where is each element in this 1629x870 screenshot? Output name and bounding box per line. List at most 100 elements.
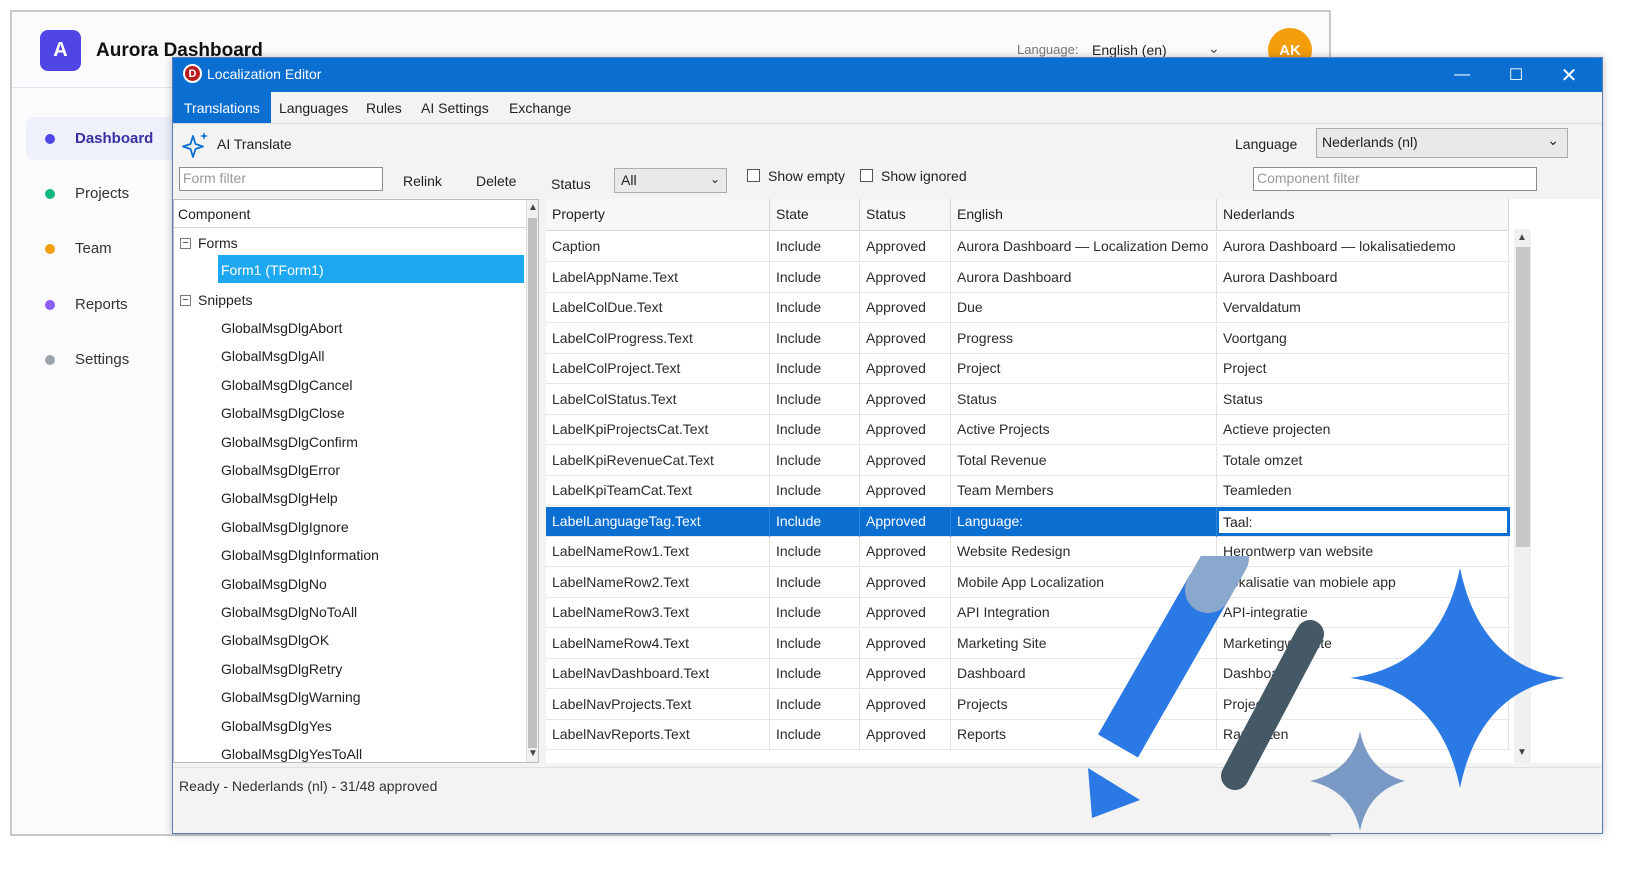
tree-node-snippet[interactable]: GlobalMsgDlgNoToAll — [221, 604, 357, 620]
table-row[interactable]: LabelColProject.Text Include Approved Proje… — [546, 354, 1510, 384]
relink-button[interactable]: Relink — [403, 173, 442, 189]
tree-node-snippets[interactable]: Snippets — [198, 292, 252, 308]
tree-node-snippet[interactable]: GlobalMsgDlgClose — [221, 405, 345, 421]
cell-nederlands[interactable]: Taal: — [1217, 508, 1509, 535]
cell-state: Include — [770, 445, 860, 476]
dot-icon — [45, 188, 55, 199]
language-select[interactable]: Nederlands (nl) ⌄ — [1316, 128, 1568, 158]
tab-languages[interactable]: Languages — [268, 92, 359, 123]
title-bar[interactable]: D Localization Editor — ☐ ✕ — [173, 58, 1602, 92]
tree-node-snippet[interactable]: GlobalMsgDlgYes — [221, 718, 332, 734]
nav-item-settings[interactable]: Settings — [26, 338, 176, 381]
component-tree: Component − Forms Form1 (TForm1) − Snipp… — [173, 199, 539, 763]
tree-node-snippet[interactable]: GlobalMsgDlgConfirm — [221, 434, 358, 450]
tree-node-form1[interactable]: Form1 (TForm1) — [221, 262, 324, 278]
cell-nederlands[interactable]: Aurora Dashboard — lokalisatiedemo — [1217, 232, 1509, 262]
sparkle-icon — [1350, 568, 1565, 788]
chevron-down-icon: ⌄ — [1547, 132, 1559, 148]
cell-status: Approved — [860, 323, 951, 354]
tab-ai-settings[interactable]: AI Settings — [410, 92, 500, 123]
table-row[interactable]: LabelColProgress.Text Include Approved Prog… — [546, 323, 1510, 354]
show-empty-label: Show empty — [768, 168, 846, 184]
cell-english: Active Projects — [951, 415, 1217, 445]
tree-node-snippet[interactable]: GlobalMsgDlgAll — [221, 348, 324, 364]
nav-item-team[interactable]: Team — [26, 227, 176, 270]
cell-property: LabelNameRow3.Text — [546, 598, 770, 628]
column-header-nederlands[interactable]: Nederlands — [1217, 199, 1509, 231]
table-row[interactable]: LabelLanguageTag.Text Include Approved Lang… — [546, 506, 1510, 537]
tree-node-snippet[interactable]: GlobalMsgDlgIgnore — [221, 519, 349, 535]
dot-icon — [45, 243, 55, 254]
tree-node-snippet[interactable]: GlobalMsgDlgOK — [221, 632, 329, 648]
show-ignored-checkbox[interactable] — [860, 169, 873, 182]
collapse-icon[interactable]: − — [180, 238, 191, 249]
tree-scroll-thumb[interactable] — [528, 218, 537, 748]
cell-nederlands[interactable]: Aurora Dashboard — [1217, 262, 1509, 293]
table-row[interactable]: LabelKpiTeamCat.Text Include Approved Team … — [546, 476, 1510, 506]
status-select[interactable]: All ⌄ — [614, 168, 727, 193]
cell-nederlands[interactable]: Totale omzet — [1217, 445, 1509, 476]
collapse-icon[interactable]: − — [180, 295, 191, 306]
table-row[interactable]: LabelColStatus.Text Include Approved Status… — [546, 384, 1510, 415]
nav-item-projects[interactable]: Projects — [26, 172, 176, 215]
dot-icon — [45, 299, 55, 310]
component-filter-input[interactable]: Component filter — [1253, 167, 1537, 191]
tree-node-snippet[interactable]: GlobalMsgDlgInformation — [221, 547, 379, 563]
close-icon[interactable]: ✕ — [1541, 58, 1597, 92]
cell-nederlands[interactable]: Status — [1217, 384, 1509, 415]
tree-node-snippet[interactable]: GlobalMsgDlgWarning — [221, 689, 361, 705]
tree-node-snippet[interactable]: GlobalMsgDlgAbort — [221, 320, 342, 336]
scroll-up-icon[interactable]: ▲ — [528, 202, 538, 213]
tab-rules[interactable]: Rules — [355, 92, 413, 123]
cell-state: Include — [770, 537, 860, 567]
tab-exchange[interactable]: Exchange — [498, 92, 582, 123]
cell-status: Approved — [860, 567, 951, 598]
column-header-state[interactable]: State — [770, 199, 860, 231]
tree-node-forms[interactable]: Forms — [198, 235, 238, 251]
column-header-english[interactable]: English — [951, 199, 1217, 231]
nav-label: Dashboard — [75, 130, 154, 147]
tab-translations[interactable]: Translations — [173, 92, 271, 123]
column-header-status[interactable]: Status — [860, 199, 951, 231]
cell-status: Approved — [860, 232, 951, 262]
tree-node-snippet[interactable]: GlobalMsgDlgYesToAll — [221, 746, 362, 762]
cell-nederlands[interactable]: Actieve projecten — [1217, 415, 1509, 445]
show-empty-checkbox[interactable] — [747, 169, 760, 182]
scroll-down-icon[interactable]: ▼ — [528, 748, 538, 759]
maximize-icon[interactable]: ☐ — [1488, 58, 1544, 92]
ai-translate-button[interactable]: AI Translate — [217, 136, 292, 152]
table-row[interactable]: LabelAppName.Text Include Approved Aurora D… — [546, 262, 1510, 293]
table-row[interactable]: LabelColDue.Text Include Approved Due Verval… — [546, 293, 1510, 323]
tree-node-snippet[interactable]: GlobalMsgDlgCancel — [221, 377, 353, 393]
tree-node-snippet[interactable]: GlobalMsgDlgError — [221, 462, 340, 478]
tree-node-snippet[interactable]: GlobalMsgDlgRetry — [221, 661, 342, 677]
cell-nederlands[interactable]: Vervaldatum — [1217, 293, 1509, 323]
minimize-icon[interactable]: — — [1434, 58, 1490, 92]
cell-state: Include — [770, 720, 860, 750]
cell-english: Status — [951, 384, 1217, 415]
sparkle-icon[interactable] — [181, 130, 211, 160]
nav-item-reports[interactable]: Reports — [26, 283, 176, 326]
table-row[interactable]: LabelKpiRevenueCat.Text Include Approved To… — [546, 445, 1510, 476]
cell-nederlands[interactable]: Voortgang — [1217, 323, 1509, 354]
column-header-property[interactable]: Property — [546, 199, 770, 231]
form-filter-input[interactable]: Form filter — [179, 167, 383, 191]
cell-english: Team Members — [951, 476, 1217, 506]
nav-item-dashboard[interactable]: Dashboard — [26, 117, 176, 160]
cell-nederlands[interactable]: Project — [1217, 354, 1509, 384]
grid-scroll-thumb[interactable] — [1516, 247, 1530, 547]
language-select[interactable]: English (en) — [1092, 42, 1167, 58]
delete-button[interactable]: Delete — [476, 173, 516, 189]
cell-property: LabelNavDashboard.Text — [546, 659, 770, 689]
tree-node-snippet[interactable]: GlobalMsgDlgHelp — [221, 490, 338, 506]
tree-node-snippet[interactable]: GlobalMsgDlgNo — [221, 576, 327, 592]
scroll-up-icon[interactable]: ▲ — [1517, 232, 1527, 243]
cell-property: LabelNameRow1.Text — [546, 537, 770, 567]
sparkle-small-icon — [1310, 731, 1405, 831]
table-row[interactable]: LabelKpiProjectsCat.Text Include Approved A… — [546, 415, 1510, 445]
cell-status: Approved — [860, 598, 951, 628]
cell-status: Approved — [860, 537, 951, 567]
cell-nederlands[interactable]: Teamleden — [1217, 476, 1509, 506]
chevron-down-icon[interactable]: ⌄ — [1208, 40, 1220, 57]
table-row[interactable]: Caption Include Approved Aurora Dashboard —… — [546, 232, 1510, 262]
